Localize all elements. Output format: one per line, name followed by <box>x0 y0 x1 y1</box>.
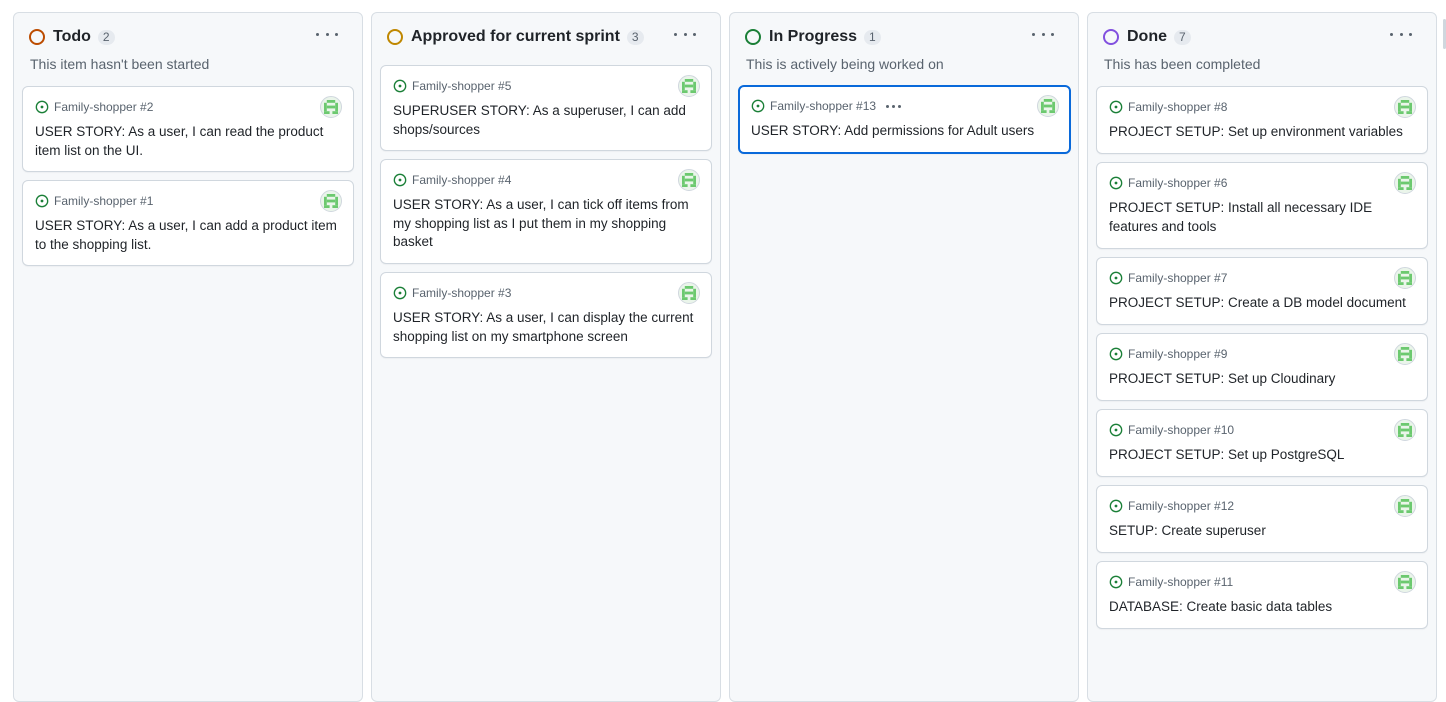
issue-title[interactable]: PROJECT SETUP: Set up environment variab… <box>1109 123 1415 142</box>
issue-reference[interactable]: Family-shopper #9 <box>1128 347 1227 361</box>
identicon-avatar-icon[interactable] <box>1394 172 1416 194</box>
issue-card[interactable]: Family-shopper #10 PROJECT SETUP: Set up… <box>1096 409 1428 477</box>
column-menu-button[interactable] <box>1032 26 1054 42</box>
identicon-avatar-icon[interactable] <box>1394 495 1416 517</box>
column-menu-button[interactable] <box>316 26 338 42</box>
item-count-badge: 3 <box>626 29 644 45</box>
status-circle-icon <box>1103 29 1119 45</box>
issue-reference[interactable]: Family-shopper #1 <box>54 194 153 208</box>
column-header: Done 7 <box>1103 26 1191 48</box>
issue-title[interactable]: PROJECT SETUP: Set up PostgreSQL <box>1109 446 1415 465</box>
identicon-avatar-icon[interactable] <box>678 282 700 304</box>
issue-card[interactable]: Family-shopper #3 USER STORY: As a user,… <box>380 272 712 358</box>
identicon-avatar-icon[interactable] <box>1037 95 1059 117</box>
issue-card-selected[interactable]: Family-shopper #13 USER STORY: Add permi… <box>738 85 1071 154</box>
column-description: This is actively being worked on <box>746 56 944 72</box>
issue-reference[interactable]: Family-shopper #8 <box>1128 100 1227 114</box>
issue-title[interactable]: USER STORY: Add permissions for Adult us… <box>751 122 1057 141</box>
issue-title[interactable]: SUPERUSER STORY: As a superuser, I can a… <box>393 102 699 139</box>
issue-reference[interactable]: Family-shopper #11 <box>1128 575 1233 589</box>
column-title: In Progress <box>769 28 858 45</box>
identicon-avatar-icon[interactable] <box>678 75 700 97</box>
column-menu-button[interactable] <box>1390 26 1412 42</box>
column-title: Approved for current sprint <box>411 28 620 45</box>
column-title: Done <box>1127 28 1167 45</box>
issue-card[interactable]: Family-shopper #12 SETUP: Create superus… <box>1096 485 1428 553</box>
identicon-avatar-icon[interactable] <box>320 190 342 212</box>
issue-opened-icon <box>1109 499 1123 513</box>
issue-reference[interactable]: Family-shopper #6 <box>1128 176 1227 190</box>
issue-opened-icon <box>1109 271 1123 285</box>
issue-card[interactable]: Family-shopper #4 USER STORY: As a user,… <box>380 159 712 264</box>
issue-card[interactable]: Family-shopper #7 PROJECT SETUP: Create … <box>1096 257 1428 325</box>
column-header: In Progress 1 <box>745 26 881 48</box>
issue-opened-icon <box>393 173 407 187</box>
issue-card[interactable]: Family-shopper #8 PROJECT SETUP: Set up … <box>1096 86 1428 154</box>
identicon-avatar-icon[interactable] <box>320 96 342 118</box>
issue-title[interactable]: DATABASE: Create basic data tables <box>1109 598 1415 617</box>
issue-title[interactable]: USER STORY: As a user, I can read the pr… <box>35 123 341 160</box>
status-circle-icon <box>387 29 403 45</box>
issue-title[interactable]: USER STORY: As a user, I can tick off it… <box>393 196 699 252</box>
issue-opened-icon <box>1109 423 1123 437</box>
issue-opened-icon <box>1109 100 1123 114</box>
issue-title[interactable]: PROJECT SETUP: Create a DB model documen… <box>1109 294 1415 313</box>
issue-reference[interactable]: Family-shopper #2 <box>54 100 153 114</box>
issue-reference[interactable]: Family-shopper #13 <box>770 99 876 113</box>
identicon-avatar-icon[interactable] <box>678 169 700 191</box>
issue-title[interactable]: SETUP: Create superuser <box>1109 522 1415 541</box>
issue-opened-icon <box>1109 176 1123 190</box>
column-menu-button[interactable] <box>674 26 696 42</box>
column-header: Todo 2 <box>29 26 115 48</box>
identicon-avatar-icon[interactable] <box>1394 343 1416 365</box>
item-count-badge: 1 <box>864 29 881 45</box>
status-circle-icon <box>29 29 45 45</box>
column-title: Todo <box>53 28 91 45</box>
issue-opened-icon <box>751 99 765 113</box>
identicon-avatar-icon[interactable] <box>1394 96 1416 118</box>
issue-card[interactable]: Family-shopper #1 USER STORY: As a user,… <box>22 180 354 266</box>
issue-reference[interactable]: Family-shopper #3 <box>412 286 511 300</box>
item-count-badge: 7 <box>1174 29 1191 45</box>
identicon-avatar-icon[interactable] <box>1394 571 1416 593</box>
issue-title[interactable]: USER STORY: As a user, I can display the… <box>393 309 699 346</box>
issue-title[interactable]: USER STORY: As a user, I can add a produ… <box>35 217 341 254</box>
issue-card[interactable]: Family-shopper #11 DATABASE: Create basi… <box>1096 561 1428 629</box>
card-menu-button[interactable] <box>886 104 902 108</box>
issue-card[interactable]: Family-shopper #2 USER STORY: As a user,… <box>22 86 354 172</box>
issue-reference[interactable]: Family-shopper #7 <box>1128 271 1227 285</box>
issue-title[interactable]: PROJECT SETUP: Install all necessary IDE… <box>1109 199 1415 236</box>
issue-card[interactable]: Family-shopper #5 SUPERUSER STORY: As a … <box>380 65 712 151</box>
issue-card[interactable]: Family-shopper #6 PROJECT SETUP: Install… <box>1096 162 1428 249</box>
issue-title[interactable]: PROJECT SETUP: Set up Cloudinary <box>1109 370 1415 389</box>
project-board: Todo 2 This item hasn't been started Fam… <box>0 0 1446 702</box>
column-description: This item hasn't been started <box>30 56 210 72</box>
issue-reference[interactable]: Family-shopper #5 <box>412 79 511 93</box>
issue-reference[interactable]: Family-shopper #12 <box>1128 499 1234 513</box>
column-done: Done 7 This has been completed Family-sh… <box>1087 12 1437 702</box>
issue-reference[interactable]: Family-shopper #4 <box>412 173 511 187</box>
issue-opened-icon <box>1109 347 1123 361</box>
issue-opened-icon <box>393 286 407 300</box>
item-count-badge: 2 <box>97 29 115 45</box>
issue-card[interactable]: Family-shopper #9 PROJECT SETUP: Set up … <box>1096 333 1428 401</box>
issue-opened-icon <box>35 100 49 114</box>
identicon-avatar-icon[interactable] <box>1394 419 1416 441</box>
column-header: Approved for current sprint 3 <box>387 26 644 48</box>
issue-opened-icon <box>35 194 49 208</box>
issue-opened-icon <box>1109 575 1123 589</box>
column-approved-for-current-sprint: Approved for current sprint 3 Family-sho… <box>371 12 721 702</box>
identicon-avatar-icon[interactable] <box>1394 267 1416 289</box>
column-todo: Todo 2 This item hasn't been started Fam… <box>13 12 363 702</box>
issue-opened-icon <box>393 79 407 93</box>
column-in-progress: In Progress 1 This is actively being wor… <box>729 12 1079 702</box>
issue-reference[interactable]: Family-shopper #10 <box>1128 423 1234 437</box>
status-circle-icon <box>745 29 761 45</box>
column-description: This has been completed <box>1104 56 1261 72</box>
